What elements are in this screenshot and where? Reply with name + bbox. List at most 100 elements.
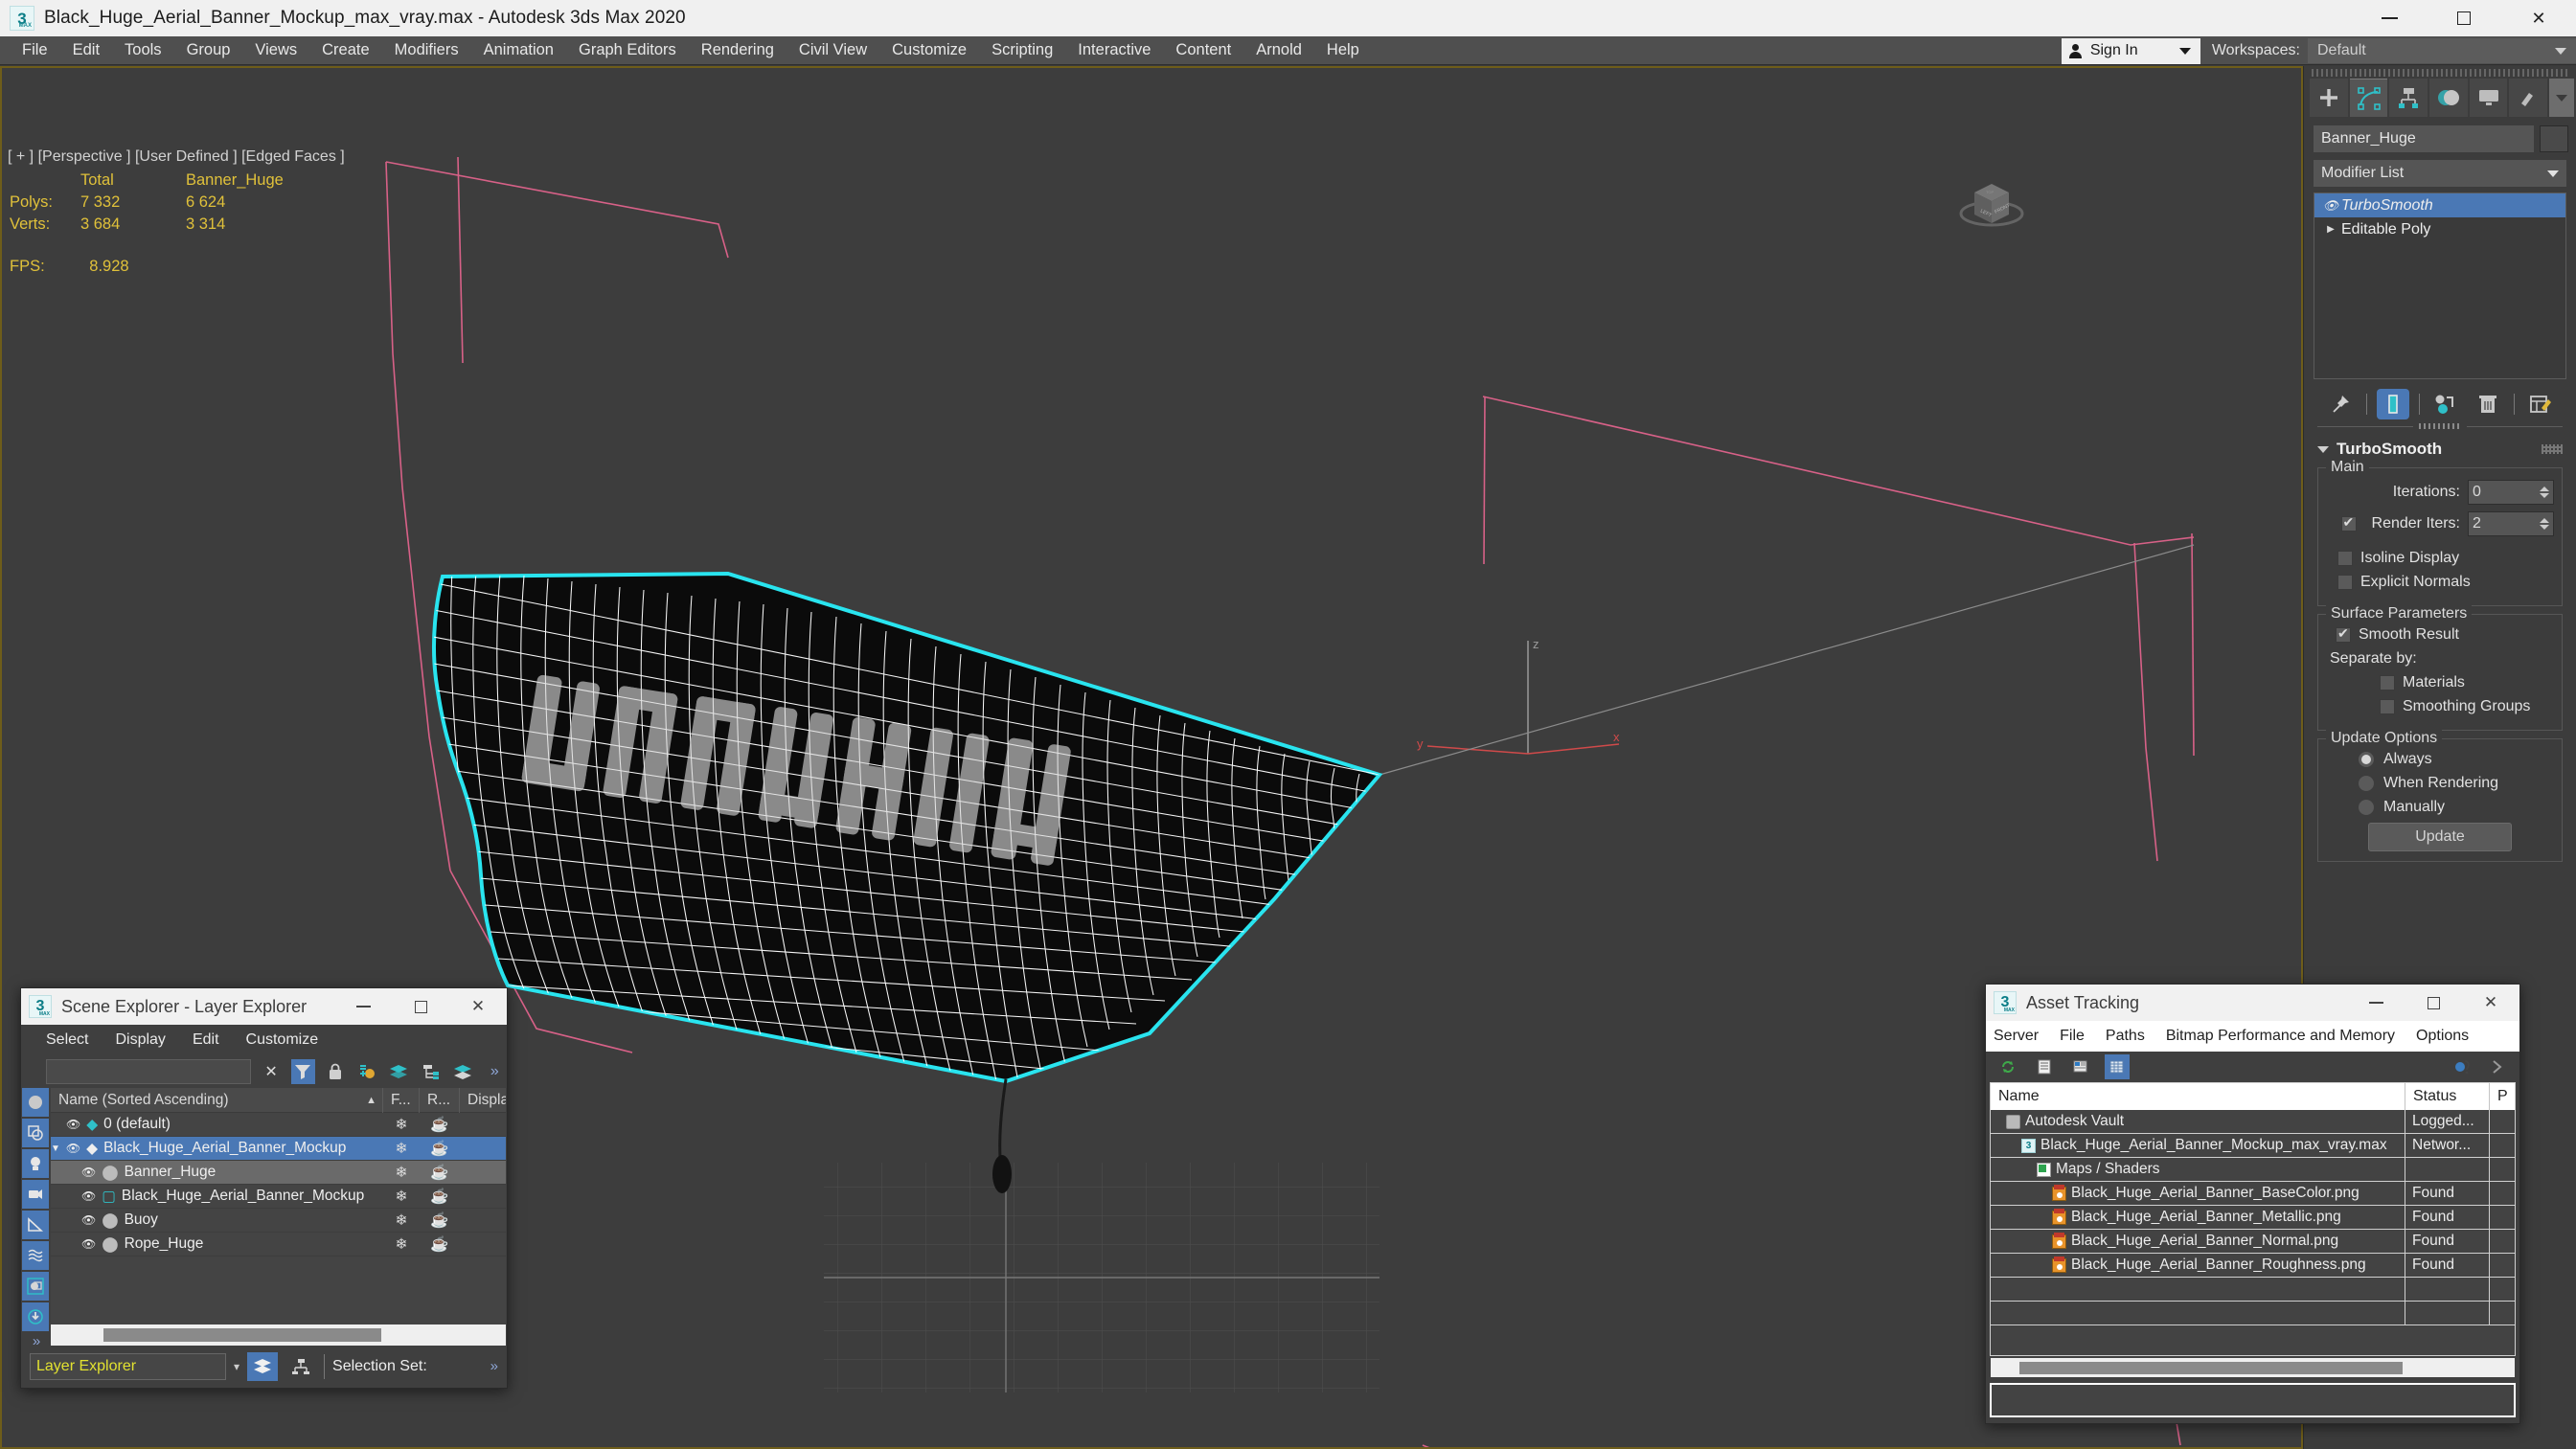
- column-header-path[interactable]: P: [2490, 1083, 2515, 1110]
- filter-bone-objects-icon[interactable]: [22, 1302, 49, 1331]
- menu-scripting[interactable]: Scripting: [979, 37, 1065, 63]
- add-to-vault-icon[interactable]: [2451, 1054, 2475, 1079]
- modifier-list-dropdown[interactable]: Modifier List: [2314, 160, 2566, 187]
- filter-helpers-icon[interactable]: [22, 1211, 49, 1239]
- list-view-icon[interactable]: [2032, 1054, 2057, 1079]
- menu-views[interactable]: Views: [242, 37, 309, 63]
- select-layer-objects-icon[interactable]: [387, 1059, 411, 1084]
- column-header-name[interactable]: Name (Sorted Ascending) ▲: [51, 1088, 383, 1113]
- menu-group[interactable]: Group: [174, 37, 243, 63]
- filter-funnel-icon[interactable]: [290, 1059, 316, 1084]
- render-iters-checkbox[interactable]: [2340, 514, 2357, 532]
- layer-explorer-toggle-icon[interactable]: [247, 1351, 279, 1381]
- render-teapot-icon[interactable]: ☕: [420, 1116, 460, 1134]
- table-row[interactable]: Black_Huge_Aerial_Banner_BaseColor.png F…: [1991, 1181, 2515, 1206]
- table-row[interactable]: 👁 ⬤ Rope_Huge ❄ ☕: [51, 1233, 506, 1257]
- table-row[interactable]: 👁 ⬤ Buoy ❄ ☕: [51, 1209, 506, 1233]
- se-menu-select[interactable]: Select: [46, 1031, 88, 1049]
- at-menu-paths[interactable]: Paths: [2106, 1028, 2145, 1045]
- eye-icon[interactable]: 👁: [66, 1118, 80, 1131]
- column-header-frozen[interactable]: F...: [383, 1088, 420, 1113]
- column-header-status[interactable]: Status: [2405, 1083, 2490, 1110]
- freeze-snowflake-icon[interactable]: ❄: [383, 1140, 420, 1158]
- spinner-arrows-icon[interactable]: [2540, 518, 2549, 530]
- grid-view-icon[interactable]: [2105, 1054, 2130, 1079]
- table-row[interactable]: Black_Huge_Aerial_Banner_Normal.png Foun…: [1991, 1229, 2515, 1254]
- viewport-label[interactable]: [ + ] [Perspective ] [User Defined ] [Ed…: [8, 148, 345, 166]
- add-layer-icon[interactable]: [354, 1059, 378, 1084]
- always-radio[interactable]: [2359, 752, 2374, 767]
- menu-help[interactable]: Help: [1314, 37, 1372, 63]
- menu-interactive[interactable]: Interactive: [1065, 37, 1163, 63]
- scene-hierarchy-toggle-icon[interactable]: [285, 1352, 316, 1381]
- eye-icon[interactable]: 👁: [2320, 198, 2341, 214]
- scrollbar-thumb[interactable]: [2019, 1362, 2403, 1374]
- table-row[interactable]: [1991, 1301, 2515, 1325]
- object-name-field[interactable]: Banner_Huge: [2314, 125, 2534, 152]
- scene-explorer-minimize-button[interactable]: [334, 988, 392, 1025]
- eye-icon[interactable]: 👁: [81, 1189, 96, 1203]
- layer-hierarchy-icon[interactable]: [419, 1059, 443, 1084]
- se-menu-display[interactable]: Display: [115, 1031, 165, 1049]
- freeze-snowflake-icon[interactable]: ❄: [383, 1164, 420, 1182]
- menu-rendering[interactable]: Rendering: [689, 37, 786, 63]
- detail-view-icon[interactable]: [2068, 1054, 2093, 1079]
- window-close-button[interactable]: ✕: [2501, 0, 2576, 36]
- remove-modifier-trash-icon[interactable]: [2472, 389, 2504, 419]
- smoothing-groups-checkbox[interactable]: [2380, 699, 2395, 714]
- status-overflow-icon[interactable]: »: [490, 1358, 498, 1374]
- eye-icon[interactable]: 👁: [81, 1166, 96, 1179]
- modifier-stack-item-turbosmooth[interactable]: 👁 TurboSmooth: [2314, 193, 2565, 217]
- object-color-swatch[interactable]: [2540, 125, 2568, 152]
- menu-arnold[interactable]: Arnold: [1243, 37, 1314, 63]
- asset-tracking-horizontal-scrollbar[interactable]: [1991, 1358, 2515, 1377]
- asset-tracking-path-field[interactable]: [1990, 1383, 2516, 1417]
- layers-stack-icon[interactable]: [450, 1059, 474, 1084]
- at-menu-server[interactable]: Server: [1994, 1028, 2039, 1045]
- modify-tab[interactable]: [2349, 79, 2388, 117]
- modifier-stack-item-editable-poly[interactable]: ▶ Editable Poly: [2314, 217, 2565, 241]
- toolbar-overflow-icon[interactable]: »: [483, 1059, 507, 1084]
- table-row[interactable]: Black_Huge_Aerial_Banner_Metallic.png Fo…: [1991, 1205, 2515, 1230]
- menu-customize[interactable]: Customize: [879, 37, 979, 63]
- hierarchy-tab[interactable]: [2389, 79, 2428, 117]
- at-menu-options[interactable]: Options: [2416, 1028, 2469, 1045]
- render-teapot-icon[interactable]: ☕: [420, 1188, 460, 1206]
- filter-lights-icon[interactable]: [22, 1149, 49, 1178]
- eye-icon[interactable]: 👁: [66, 1142, 80, 1155]
- table-row[interactable]: ▼ 👁 ◆ Black_Huge_Aerial_Banner_Mockup ❄ …: [51, 1137, 506, 1161]
- when-rendering-radio[interactable]: [2359, 776, 2374, 791]
- expand-triangle-icon[interactable]: ▼: [51, 1143, 60, 1154]
- table-row[interactable]: 👁 ◆ 0 (default) ❄ ☕: [51, 1113, 506, 1137]
- menu-create[interactable]: Create: [309, 37, 382, 63]
- scrollbar-thumb[interactable]: [103, 1328, 381, 1342]
- spinner-arrows-icon[interactable]: [2540, 487, 2549, 498]
- eye-icon[interactable]: 👁: [81, 1237, 96, 1251]
- menu-modifiers[interactable]: Modifiers: [382, 37, 471, 63]
- update-button[interactable]: Update: [2368, 823, 2512, 851]
- utilities-tab[interactable]: [2509, 79, 2548, 117]
- scene-explorer-maximize-button[interactable]: [392, 988, 449, 1025]
- render-teapot-icon[interactable]: ☕: [420, 1140, 460, 1158]
- filter-space-warps-icon[interactable]: [22, 1241, 49, 1270]
- show-end-result-icon[interactable]: [2376, 389, 2409, 419]
- table-row[interactable]: 3 Black_Huge_Aerial_Banner_Mockup_max_vr…: [1991, 1133, 2515, 1158]
- motion-tab[interactable]: [2429, 79, 2468, 117]
- table-row[interactable]: Maps / Shaders: [1991, 1157, 2515, 1182]
- iterations-spinner[interactable]: 0: [2468, 480, 2554, 505]
- se-menu-customize[interactable]: Customize: [246, 1031, 319, 1049]
- filter-groups-xrefs-icon[interactable]: [22, 1272, 49, 1301]
- refresh-icon[interactable]: [1995, 1054, 2020, 1079]
- window-minimize-button[interactable]: [2352, 0, 2427, 36]
- menu-edit[interactable]: Edit: [60, 37, 112, 63]
- panel-overflow-chevron-down-icon[interactable]: [2549, 79, 2574, 117]
- sign-in-button[interactable]: Sign In: [2061, 37, 2200, 64]
- asset-tracking-minimize-button[interactable]: [2347, 985, 2405, 1021]
- window-maximize-button[interactable]: [2427, 0, 2501, 36]
- menu-file[interactable]: File: [10, 37, 60, 63]
- menu-animation[interactable]: Animation: [471, 37, 566, 63]
- table-row[interactable]: 👁 ▢ Black_Huge_Aerial_Banner_Mockup ❄ ☕: [51, 1185, 506, 1209]
- view-cube[interactable]: LEFT FRONT TOP: [1953, 171, 2030, 238]
- scene-explorer-close-button[interactable]: ✕: [449, 988, 507, 1025]
- scene-explorer-horizontal-scrollbar[interactable]: [51, 1324, 506, 1346]
